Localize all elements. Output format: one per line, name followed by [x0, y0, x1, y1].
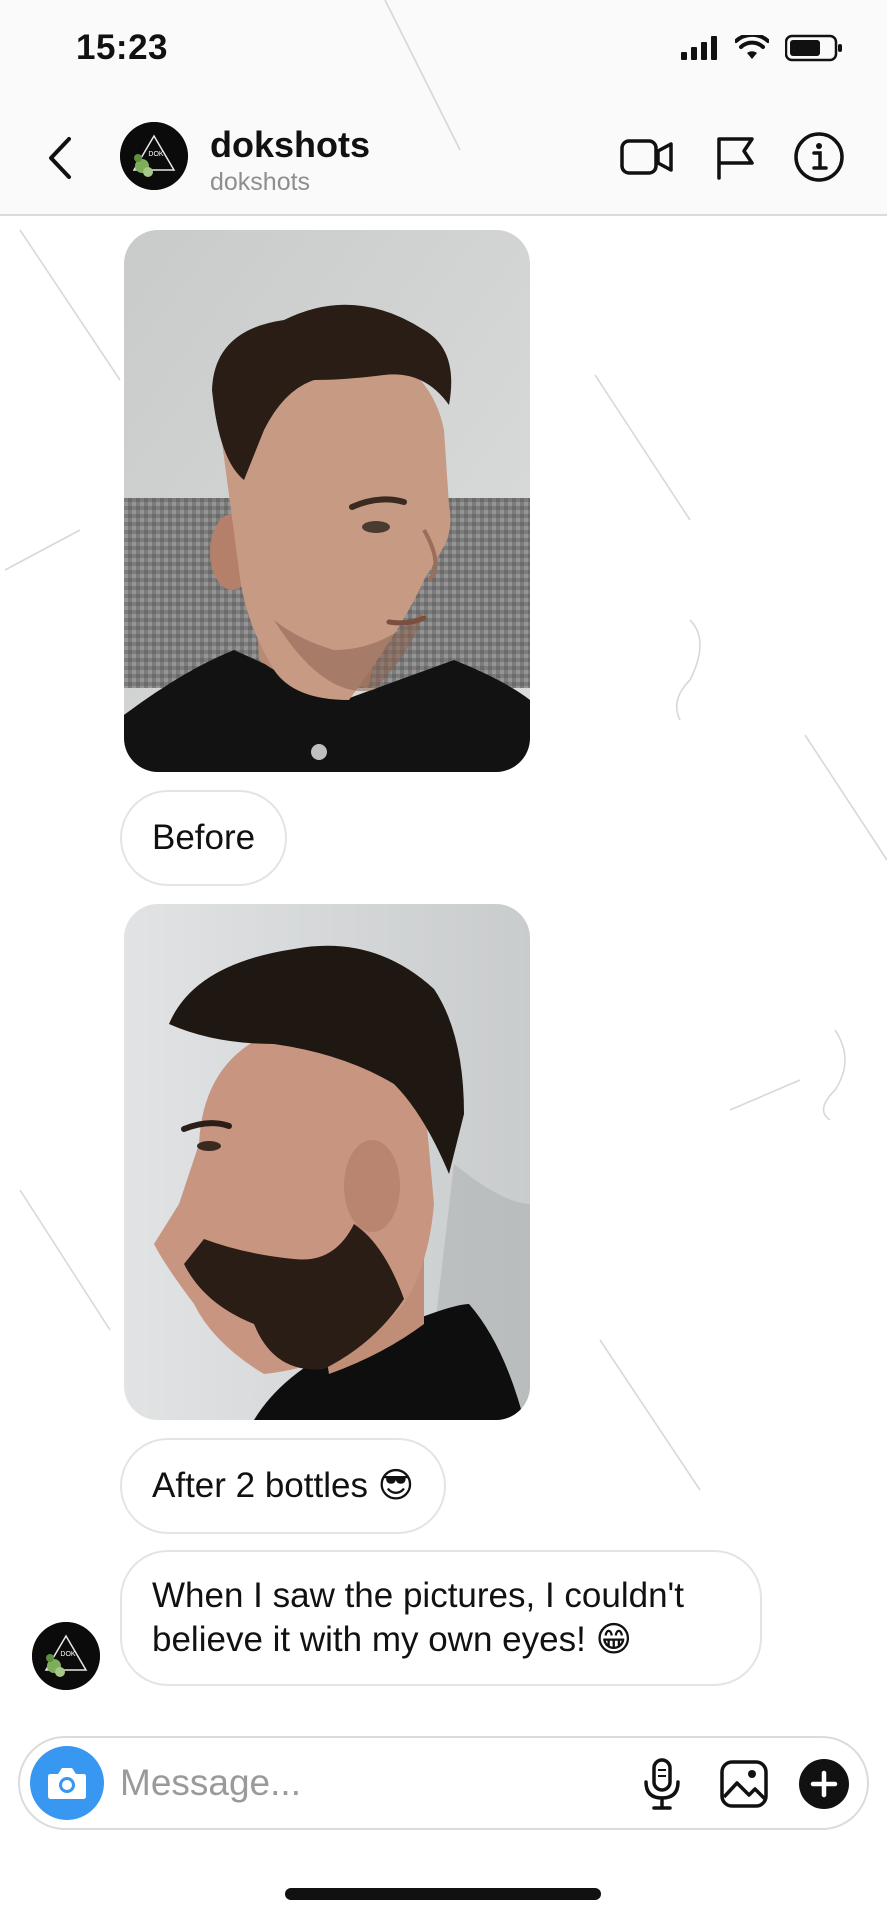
- status-icons: [681, 34, 843, 62]
- chat-header: DOK dokshots dokshots: [0, 100, 887, 216]
- home-indicator[interactable]: [285, 1888, 601, 1900]
- info-button[interactable]: [790, 128, 848, 186]
- camera-button[interactable]: [30, 1746, 104, 1820]
- wifi-icon: [735, 35, 769, 59]
- message-text: Before: [152, 818, 256, 857]
- svg-text:DOK: DOK: [148, 151, 164, 158]
- plus-icon: [799, 1759, 849, 1809]
- battery-icon: [785, 34, 842, 62]
- svg-text:DOK: DOK: [60, 1651, 76, 1658]
- back-button[interactable]: [40, 128, 80, 188]
- info-icon: [794, 132, 844, 182]
- gallery-button[interactable]: [714, 1754, 774, 1814]
- sender-avatar[interactable]: DOK: [32, 1622, 100, 1690]
- video-call-button[interactable]: [618, 128, 676, 186]
- header-subtitle: dokshots: [210, 168, 311, 196]
- status-time: 15:23: [76, 28, 169, 67]
- video-call-icon: [620, 139, 673, 175]
- report-button[interactable]: [706, 128, 764, 186]
- header-avatar[interactable]: DOK: [120, 122, 188, 190]
- microphone-icon: [644, 1758, 680, 1810]
- after-photo-image: [124, 904, 530, 1420]
- header-title[interactable]: dokshots: [210, 124, 370, 166]
- text-message-after[interactable]: After 2 bottles 😎: [120, 1438, 447, 1534]
- cellular-signal-icon: [681, 36, 717, 60]
- message-line-2: believe it with my own eyes! 😁: [152, 1620, 633, 1659]
- more-actions-button[interactable]: [794, 1754, 854, 1814]
- photo-message-before[interactable]: [124, 230, 530, 772]
- photo-message-after[interactable]: [124, 904, 530, 1420]
- dokshots-logo: DOK: [120, 122, 188, 190]
- flag-icon: [717, 137, 754, 180]
- back-chevron-icon: [49, 137, 71, 179]
- text-message-reaction[interactable]: When I saw the pictures, I couldn't beli…: [120, 1550, 762, 1686]
- message-composer: [18, 1736, 869, 1830]
- message-text-block: When I saw the pictures, I couldn't beli…: [152, 1574, 684, 1662]
- dokshots-logo: DOK: [32, 1622, 100, 1690]
- message-text: After 2 bottles 😎: [152, 1466, 415, 1505]
- status-bar: 15:23: [0, 0, 887, 100]
- message-line-1: When I saw the pictures, I couldn't: [152, 1576, 684, 1615]
- voice-message-button[interactable]: [632, 1754, 692, 1814]
- text-message-before[interactable]: Before: [120, 790, 288, 886]
- camera-icon: [48, 1768, 86, 1799]
- gallery-icon: [720, 1760, 768, 1808]
- before-photo-image: [124, 230, 530, 772]
- message-input[interactable]: [120, 1756, 590, 1810]
